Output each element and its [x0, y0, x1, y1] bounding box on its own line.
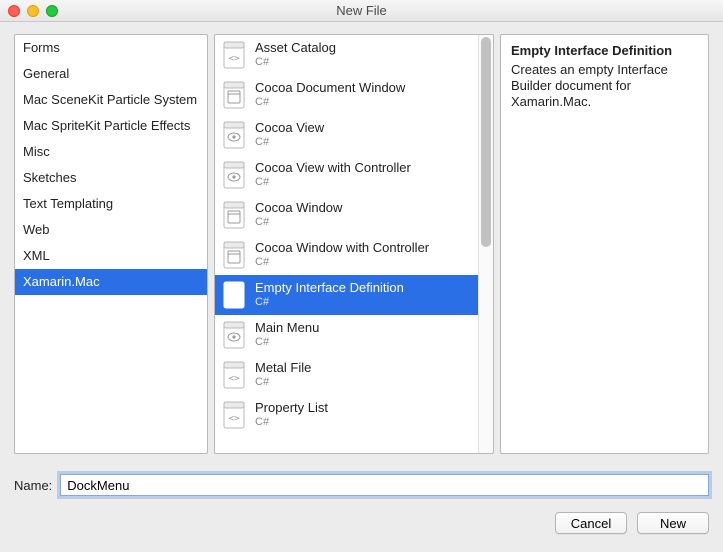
template-label: Main Menu — [255, 320, 319, 335]
description-title: Empty Interface Definition — [511, 43, 698, 58]
template-sublabel: C# — [255, 295, 404, 310]
template-sublabel: C# — [255, 215, 342, 230]
template-sublabel: C# — [255, 375, 311, 390]
window-icon — [221, 240, 247, 270]
template-text: Metal FileC# — [255, 360, 311, 390]
template-sublabel: C# — [255, 95, 405, 110]
zoom-icon[interactable] — [46, 5, 58, 17]
template-sublabel: C# — [255, 135, 324, 150]
category-item[interactable]: Forms — [15, 35, 207, 61]
template-item[interactable]: Main MenuC# — [215, 315, 493, 355]
view-icon — [221, 280, 247, 310]
template-item[interactable]: Empty Interface DefinitionC# — [215, 275, 493, 315]
code-icon — [221, 360, 247, 390]
category-item[interactable]: Text Templating — [15, 191, 207, 217]
window-controls — [8, 5, 58, 17]
template-text: Cocoa ViewC# — [255, 120, 324, 150]
template-label: Cocoa View with Controller — [255, 160, 411, 175]
template-item[interactable]: Cocoa View with ControllerC# — [215, 155, 493, 195]
name-row: Name: — [0, 470, 723, 500]
window-title: New File — [336, 3, 387, 18]
scrollbar[interactable] — [478, 35, 493, 453]
category-item[interactable]: XML — [15, 243, 207, 269]
category-item[interactable]: Web — [15, 217, 207, 243]
description-pane: Empty Interface Definition Creates an em… — [500, 34, 709, 454]
cancel-button[interactable]: Cancel — [555, 512, 627, 534]
window-icon — [221, 200, 247, 230]
new-button[interactable]: New — [637, 512, 709, 534]
template-text: Cocoa Document WindowC# — [255, 80, 405, 110]
template-item[interactable]: Metal FileC# — [215, 355, 493, 395]
name-input[interactable] — [60, 474, 709, 496]
template-sublabel: C# — [255, 255, 429, 270]
category-item[interactable]: Misc — [15, 139, 207, 165]
button-row: Cancel New — [0, 500, 723, 534]
view-icon — [221, 120, 247, 150]
template-sublabel: C# — [255, 175, 411, 190]
template-item[interactable]: Cocoa Window with ControllerC# — [215, 235, 493, 275]
name-label: Name: — [14, 478, 52, 493]
code-icon — [221, 40, 247, 70]
template-label: Asset Catalog — [255, 40, 336, 55]
description-body: Creates an empty Interface Builder docum… — [511, 62, 698, 110]
template-item[interactable]: Asset CatalogC# — [215, 35, 493, 75]
template-label: Empty Interface Definition — [255, 280, 404, 295]
category-pane: FormsGeneralMac SceneKit Particle System… — [14, 34, 208, 454]
category-list: FormsGeneralMac SceneKit Particle System… — [15, 35, 207, 295]
template-item[interactable]: Property ListC# — [215, 395, 493, 435]
template-label: Property List — [255, 400, 328, 415]
minimize-icon[interactable] — [27, 5, 39, 17]
template-item[interactable]: Cocoa WindowC# — [215, 195, 493, 235]
template-label: Cocoa Window with Controller — [255, 240, 429, 255]
template-sublabel: C# — [255, 55, 336, 70]
template-text: Main MenuC# — [255, 320, 319, 350]
close-icon[interactable] — [8, 5, 20, 17]
template-text: Asset CatalogC# — [255, 40, 336, 70]
code-icon — [221, 400, 247, 430]
template-text: Empty Interface DefinitionC# — [255, 280, 404, 310]
titlebar: New File — [0, 0, 723, 22]
template-sublabel: C# — [255, 335, 319, 350]
template-label: Cocoa Document Window — [255, 80, 405, 95]
category-item[interactable]: General — [15, 61, 207, 87]
category-item[interactable]: Mac SpriteKit Particle Effects — [15, 113, 207, 139]
template-item[interactable]: Cocoa ViewC# — [215, 115, 493, 155]
category-item[interactable]: Sketches — [15, 165, 207, 191]
category-item[interactable]: Mac SceneKit Particle System — [15, 87, 207, 113]
view-icon — [221, 160, 247, 190]
scrollbar-thumb[interactable] — [481, 37, 491, 247]
view-icon — [221, 320, 247, 350]
template-text: Property ListC# — [255, 400, 328, 430]
window-icon — [221, 80, 247, 110]
dialog-body: FormsGeneralMac SceneKit Particle System… — [0, 22, 723, 464]
template-text: Cocoa Window with ControllerC# — [255, 240, 429, 270]
template-label: Metal File — [255, 360, 311, 375]
template-text: Cocoa View with ControllerC# — [255, 160, 411, 190]
template-list: Asset CatalogC#Cocoa Document WindowC#Co… — [215, 35, 493, 453]
template-sublabel: C# — [255, 415, 328, 430]
template-text: Cocoa WindowC# — [255, 200, 342, 230]
template-pane: Asset CatalogC#Cocoa Document WindowC#Co… — [214, 34, 494, 454]
template-item[interactable]: Cocoa Document WindowC# — [215, 75, 493, 115]
template-label: Cocoa View — [255, 120, 324, 135]
category-item[interactable]: Xamarin.Mac — [15, 269, 207, 295]
template-label: Cocoa Window — [255, 200, 342, 215]
